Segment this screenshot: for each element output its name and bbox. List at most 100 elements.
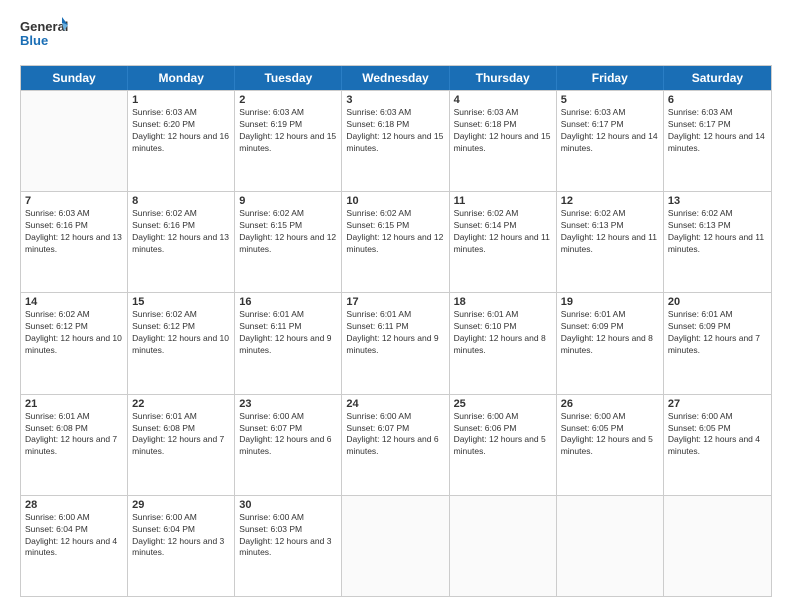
calendar-cell: 18 Sunrise: 6:01 AM Sunset: 6:10 PM Dayl… [450,293,557,393]
day-number: 21 [25,398,123,410]
day-info: Sunrise: 6:01 AM Sunset: 6:09 PM Dayligh… [668,309,767,357]
weekday-header: Monday [128,66,235,90]
day-number: 5 [561,94,659,106]
weekday-header: Tuesday [235,66,342,90]
calendar-cell: 14 Sunrise: 6:02 AM Sunset: 6:12 PM Dayl… [21,293,128,393]
weekday-header: Wednesday [342,66,449,90]
day-info: Sunrise: 6:00 AM Sunset: 6:07 PM Dayligh… [239,411,337,459]
day-number: 3 [346,94,444,106]
logo-svg: General Blue [20,15,70,55]
calendar-cell: 12 Sunrise: 6:02 AM Sunset: 6:13 PM Dayl… [557,192,664,292]
day-info: Sunrise: 6:00 AM Sunset: 6:06 PM Dayligh… [454,411,552,459]
day-number: 7 [25,195,123,207]
day-number: 29 [132,499,230,511]
calendar-cell: 10 Sunrise: 6:02 AM Sunset: 6:15 PM Dayl… [342,192,449,292]
calendar-body: 1 Sunrise: 6:03 AM Sunset: 6:20 PM Dayli… [21,90,771,596]
calendar-cell [557,496,664,596]
calendar-cell: 19 Sunrise: 6:01 AM Sunset: 6:09 PM Dayl… [557,293,664,393]
day-info: Sunrise: 6:02 AM Sunset: 6:15 PM Dayligh… [239,208,337,256]
day-info: Sunrise: 6:00 AM Sunset: 6:04 PM Dayligh… [25,512,123,560]
day-info: Sunrise: 6:00 AM Sunset: 6:05 PM Dayligh… [668,411,767,459]
day-number: 26 [561,398,659,410]
day-number: 2 [239,94,337,106]
day-info: Sunrise: 6:01 AM Sunset: 6:08 PM Dayligh… [132,411,230,459]
calendar-cell: 27 Sunrise: 6:00 AM Sunset: 6:05 PM Dayl… [664,395,771,495]
day-number: 8 [132,195,230,207]
day-info: Sunrise: 6:02 AM Sunset: 6:12 PM Dayligh… [25,309,123,357]
calendar-cell: 29 Sunrise: 6:00 AM Sunset: 6:04 PM Dayl… [128,496,235,596]
page: General Blue SundayMondayTuesdayWednesda… [0,0,792,612]
day-number: 6 [668,94,767,106]
day-info: Sunrise: 6:01 AM Sunset: 6:10 PM Dayligh… [454,309,552,357]
calendar-cell: 11 Sunrise: 6:02 AM Sunset: 6:14 PM Dayl… [450,192,557,292]
day-number: 24 [346,398,444,410]
day-number: 12 [561,195,659,207]
day-number: 25 [454,398,552,410]
calendar-cell: 15 Sunrise: 6:02 AM Sunset: 6:12 PM Dayl… [128,293,235,393]
calendar-cell: 26 Sunrise: 6:00 AM Sunset: 6:05 PM Dayl… [557,395,664,495]
day-info: Sunrise: 6:02 AM Sunset: 6:14 PM Dayligh… [454,208,552,256]
day-info: Sunrise: 6:03 AM Sunset: 6:17 PM Dayligh… [561,107,659,155]
day-number: 9 [239,195,337,207]
calendar-row: 1 Sunrise: 6:03 AM Sunset: 6:20 PM Dayli… [21,90,771,191]
day-number: 18 [454,296,552,308]
calendar-cell [21,91,128,191]
day-info: Sunrise: 6:03 AM Sunset: 6:18 PM Dayligh… [346,107,444,155]
calendar-row: 14 Sunrise: 6:02 AM Sunset: 6:12 PM Dayl… [21,292,771,393]
day-number: 16 [239,296,337,308]
day-info: Sunrise: 6:02 AM Sunset: 6:16 PM Dayligh… [132,208,230,256]
day-number: 14 [25,296,123,308]
day-info: Sunrise: 6:03 AM Sunset: 6:17 PM Dayligh… [668,107,767,155]
calendar-cell: 4 Sunrise: 6:03 AM Sunset: 6:18 PM Dayli… [450,91,557,191]
day-info: Sunrise: 6:02 AM Sunset: 6:12 PM Dayligh… [132,309,230,357]
calendar-cell [450,496,557,596]
svg-text:Blue: Blue [20,33,48,48]
weekday-header: Thursday [450,66,557,90]
day-number: 27 [668,398,767,410]
day-number: 30 [239,499,337,511]
day-info: Sunrise: 6:01 AM Sunset: 6:08 PM Dayligh… [25,411,123,459]
calendar-cell: 28 Sunrise: 6:00 AM Sunset: 6:04 PM Dayl… [21,496,128,596]
day-number: 11 [454,195,552,207]
calendar-cell [342,496,449,596]
calendar-cell: 24 Sunrise: 6:00 AM Sunset: 6:07 PM Dayl… [342,395,449,495]
day-info: Sunrise: 6:00 AM Sunset: 6:07 PM Dayligh… [346,411,444,459]
calendar-cell: 16 Sunrise: 6:01 AM Sunset: 6:11 PM Dayl… [235,293,342,393]
svg-text:General: General [20,19,68,34]
calendar-cell: 30 Sunrise: 6:00 AM Sunset: 6:03 PM Dayl… [235,496,342,596]
day-number: 19 [561,296,659,308]
day-number: 28 [25,499,123,511]
calendar-cell: 17 Sunrise: 6:01 AM Sunset: 6:11 PM Dayl… [342,293,449,393]
day-number: 17 [346,296,444,308]
day-info: Sunrise: 6:00 AM Sunset: 6:03 PM Dayligh… [239,512,337,560]
day-info: Sunrise: 6:01 AM Sunset: 6:09 PM Dayligh… [561,309,659,357]
calendar-cell: 20 Sunrise: 6:01 AM Sunset: 6:09 PM Dayl… [664,293,771,393]
day-number: 4 [454,94,552,106]
day-number: 1 [132,94,230,106]
day-info: Sunrise: 6:02 AM Sunset: 6:15 PM Dayligh… [346,208,444,256]
day-number: 13 [668,195,767,207]
calendar-cell: 22 Sunrise: 6:01 AM Sunset: 6:08 PM Dayl… [128,395,235,495]
calendar-cell: 6 Sunrise: 6:03 AM Sunset: 6:17 PM Dayli… [664,91,771,191]
day-number: 15 [132,296,230,308]
calendar-cell: 5 Sunrise: 6:03 AM Sunset: 6:17 PM Dayli… [557,91,664,191]
calendar-row: 7 Sunrise: 6:03 AM Sunset: 6:16 PM Dayli… [21,191,771,292]
weekday-header: Saturday [664,66,771,90]
calendar-cell: 21 Sunrise: 6:01 AM Sunset: 6:08 PM Dayl… [21,395,128,495]
calendar-cell [664,496,771,596]
day-info: Sunrise: 6:03 AM Sunset: 6:18 PM Dayligh… [454,107,552,155]
weekday-header: Sunday [21,66,128,90]
calendar-cell: 1 Sunrise: 6:03 AM Sunset: 6:20 PM Dayli… [128,91,235,191]
day-info: Sunrise: 6:02 AM Sunset: 6:13 PM Dayligh… [561,208,659,256]
calendar-cell: 8 Sunrise: 6:02 AM Sunset: 6:16 PM Dayli… [128,192,235,292]
day-info: Sunrise: 6:03 AM Sunset: 6:19 PM Dayligh… [239,107,337,155]
calendar-cell: 3 Sunrise: 6:03 AM Sunset: 6:18 PM Dayli… [342,91,449,191]
calendar-header: SundayMondayTuesdayWednesdayThursdayFrid… [21,66,771,90]
header: General Blue [20,15,772,55]
day-info: Sunrise: 6:03 AM Sunset: 6:20 PM Dayligh… [132,107,230,155]
calendar-cell: 13 Sunrise: 6:02 AM Sunset: 6:13 PM Dayl… [664,192,771,292]
day-number: 10 [346,195,444,207]
calendar-cell: 7 Sunrise: 6:03 AM Sunset: 6:16 PM Dayli… [21,192,128,292]
day-number: 23 [239,398,337,410]
calendar-cell: 25 Sunrise: 6:00 AM Sunset: 6:06 PM Dayl… [450,395,557,495]
